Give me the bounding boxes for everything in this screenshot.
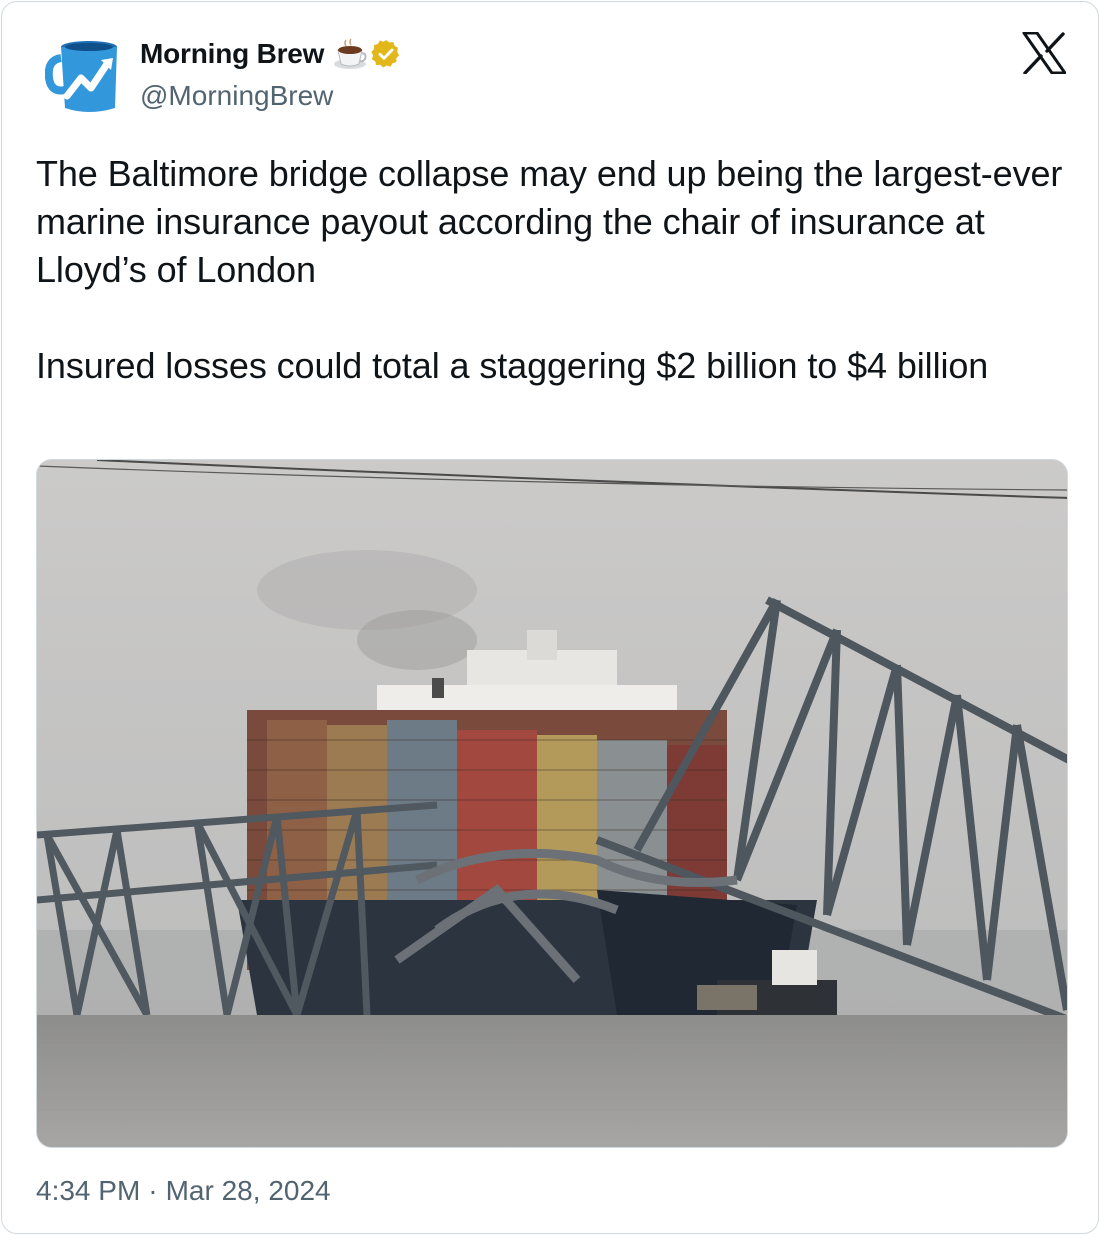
tweet-text: The Baltimore bridge collapse may end up…	[36, 153, 1063, 386]
x-logo-link[interactable]	[1022, 31, 1067, 75]
coffee-mug-chart-logo-icon	[44, 41, 117, 112]
author-handle[interactable]: @MorningBrew	[140, 80, 333, 112]
author-name-row[interactable]: Morning Brew	[140, 36, 402, 72]
tweet-timestamp[interactable]: 4:34 PM · Mar 28, 2024	[36, 1175, 331, 1207]
x-logo-icon	[1022, 31, 1067, 75]
tweet-card[interactable]: Morning Brew @MorningBrew The Baltimore …	[1, 1, 1099, 1234]
collapsed-bridge-container-ship-photo-icon	[37, 460, 1067, 1147]
tweet-date[interactable]: Mar 28, 2024	[166, 1175, 331, 1207]
verified-badge-icon[interactable]	[370, 38, 402, 70]
avatar[interactable]	[44, 38, 123, 116]
meta-separator: ·	[148, 1175, 158, 1206]
coffee-cup-icon	[334, 38, 367, 69]
display-name[interactable]: Morning Brew	[140, 38, 324, 70]
tweet-photo[interactable]	[36, 459, 1068, 1148]
tweet-time[interactable]: 4:34 PM	[36, 1175, 140, 1207]
